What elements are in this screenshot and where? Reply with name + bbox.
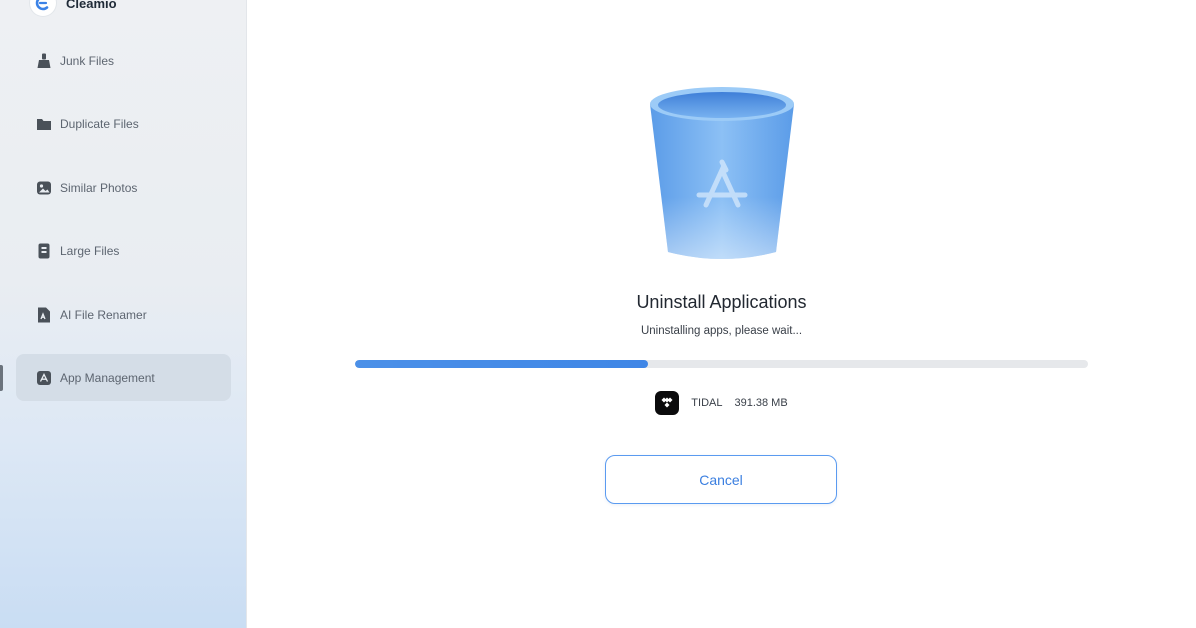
sidebar: Cleamio Junk Files Duplicate Files Simil…	[0, 0, 247, 628]
sidebar-item-label: Large Files	[60, 243, 120, 258]
sidebar-item-junk-files[interactable]: Junk Files	[16, 37, 231, 84]
sidebar-item-label: App Management	[60, 370, 155, 385]
progress-fill	[355, 360, 649, 368]
sidebar-item-label: Junk Files	[60, 53, 115, 68]
progress-bar	[355, 360, 1088, 368]
folder-icon	[34, 114, 54, 134]
trash-bin-icon	[642, 80, 802, 265]
ai-rename-icon	[34, 305, 54, 325]
brand-name: Cleamio	[66, 0, 117, 11]
brand: Cleamio	[30, 0, 117, 16]
tidal-icon	[655, 391, 680, 415]
sidebar-item-similar-photos[interactable]: Similar Photos	[16, 164, 231, 211]
cancel-button[interactable]: Cancel	[605, 455, 837, 504]
current-app: TIDAL 391.38 MB	[247, 391, 1196, 415]
large-file-icon	[34, 241, 54, 261]
sidebar-item-label: AI File Renamer	[60, 307, 147, 322]
page-title: Uninstall Applications	[636, 292, 807, 312]
sidebar-item-label: Duplicate Files	[60, 116, 139, 131]
app-management-icon	[34, 368, 54, 388]
photo-icon	[34, 178, 54, 198]
cleamio-logo-icon	[30, 0, 56, 16]
sidebar-item-large-files[interactable]: Large Files	[16, 227, 231, 274]
broom-icon	[34, 51, 54, 71]
sidebar-item-duplicate-files[interactable]: Duplicate Files	[16, 100, 231, 147]
app-window: Cleamio Junk Files Duplicate Files Simil…	[0, 0, 1196, 628]
main-panel: Uninstall Applications Uninstalling apps…	[247, 0, 1196, 628]
app-name: TIDAL	[691, 397, 723, 409]
sidebar-item-ai-file-renamer[interactable]: AI File Renamer	[16, 291, 231, 338]
sidebar-item-label: Similar Photos	[60, 180, 138, 195]
sidebar-item-app-management[interactable]: App Management	[16, 354, 231, 401]
active-indicator	[0, 365, 3, 391]
status-message: Uninstalling apps, please wait...	[640, 325, 803, 337]
app-size: 391.38 MB	[734, 397, 788, 409]
